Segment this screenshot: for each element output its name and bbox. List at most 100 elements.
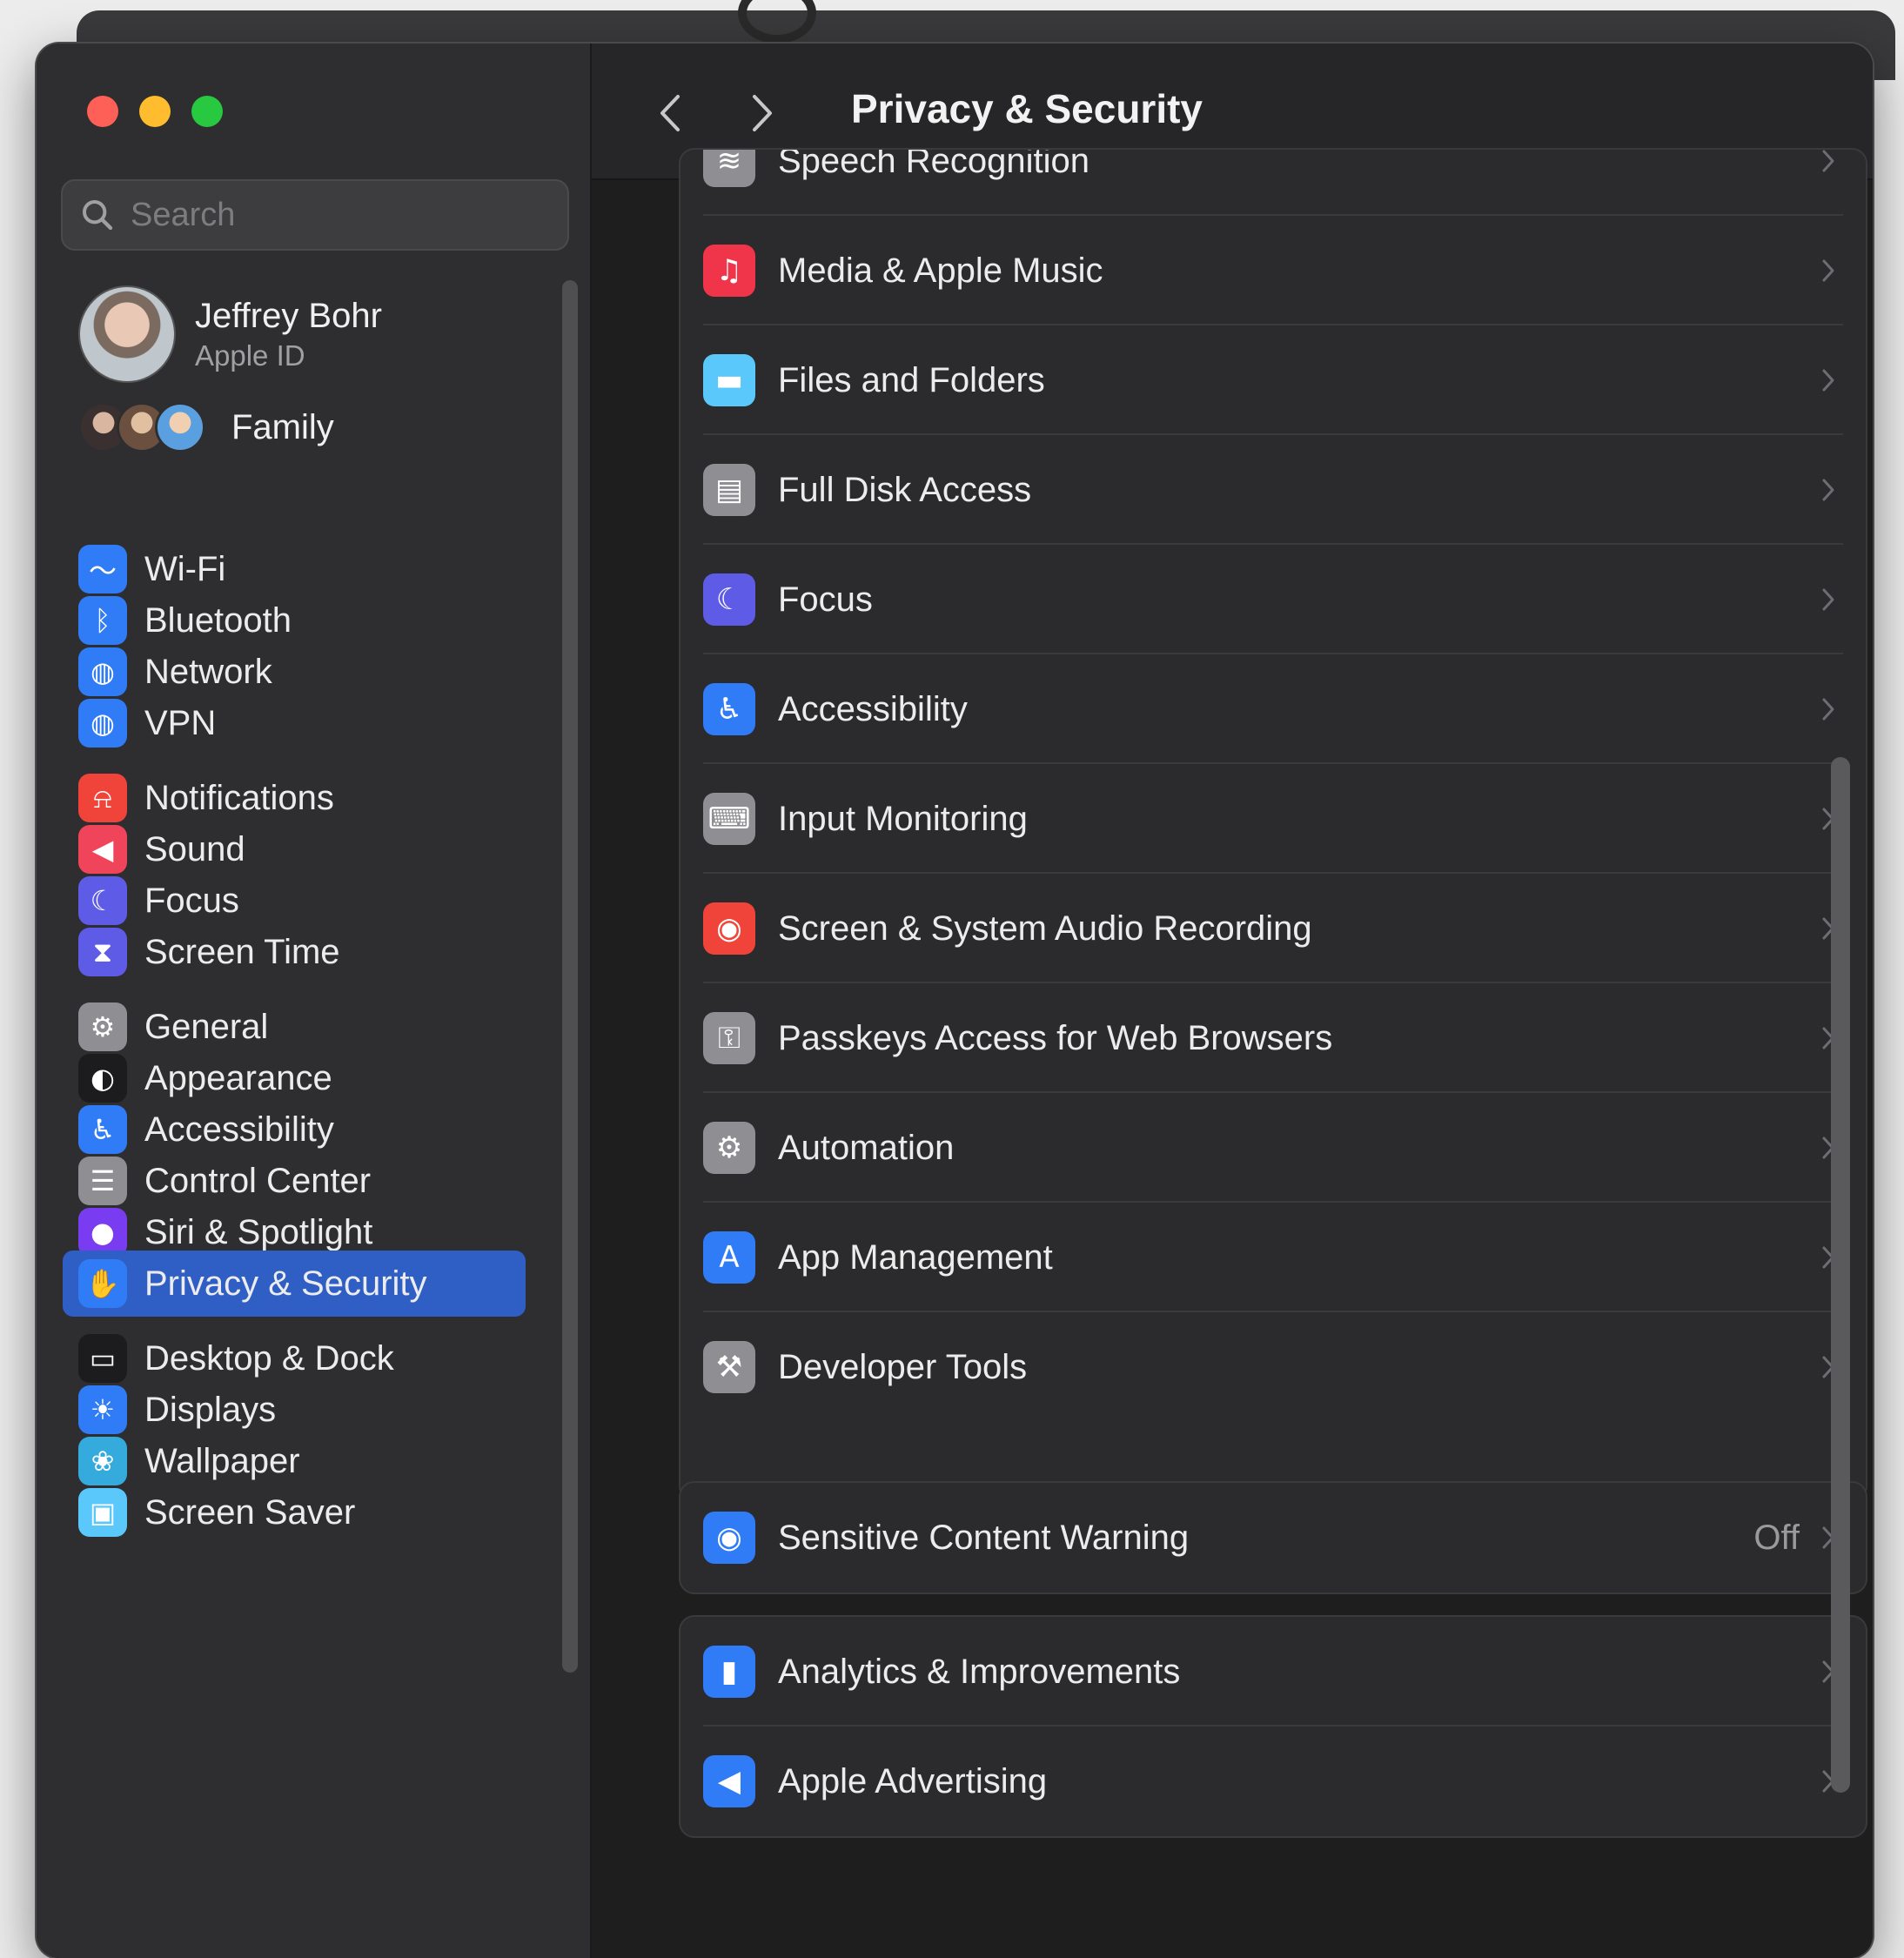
analytics-group: ▮ Analytics & Improvements ◀ Apple Advertis… xyxy=(679,1615,1867,1838)
list-item-label: Speech Recognition xyxy=(778,148,1090,180)
list-item-analytics-improvements[interactable]: ▮ Analytics & Improvements xyxy=(680,1617,1866,1727)
wifi-icon: 〜 xyxy=(78,545,127,593)
list-item-value: Off xyxy=(1753,1518,1800,1557)
accessibility-icon: ♿ xyxy=(78,1105,127,1154)
family-label: Family xyxy=(231,407,334,446)
sidebar-item-label: Appearance xyxy=(144,1058,332,1097)
forward-button[interactable] xyxy=(736,87,788,139)
list-item-label: Sensitive Content Warning xyxy=(778,1518,1190,1557)
list-item-label: Apple Advertising xyxy=(778,1761,1048,1800)
passkey-icon: ⚿ xyxy=(703,1012,755,1064)
search-icon xyxy=(83,200,113,231)
sidebar-item-screen-saver[interactable]: ▣ Screen Saver xyxy=(78,1479,548,1546)
list-item-label: Focus xyxy=(778,580,873,619)
chevron-right-icon xyxy=(1822,259,1834,282)
main-scrollbar[interactable] xyxy=(1831,757,1850,1793)
list-item-label: Screen & System Audio Recording xyxy=(778,909,1312,948)
sidebar-item-label: Wallpaper xyxy=(144,1441,300,1480)
bell-icon: ⍾ xyxy=(78,774,127,822)
dock-icon: ▭ xyxy=(78,1334,127,1383)
waveform-icon: ≋ xyxy=(703,150,755,187)
control-center-icon: ☰ xyxy=(78,1157,127,1205)
appearance-icon: ◐ xyxy=(78,1054,127,1103)
main-pane: Privacy & Security ≋ Speech Recognition ♫ M… xyxy=(592,44,1873,1958)
sidebar-item-label: Wi-Fi xyxy=(144,549,226,588)
search-field[interactable] xyxy=(61,179,569,251)
list-item-full-disk-access[interactable]: ▤ Full Disk Access xyxy=(680,435,1866,545)
sidebar-item-privacy-security[interactable]: ✋ Privacy & Security xyxy=(63,1251,526,1317)
privacy-list-group: ≋ Speech Recognition ♫ Media & Apple Music ▬… xyxy=(679,148,1867,1502)
gear-icon: ⚙ xyxy=(78,1002,127,1051)
vpn-globe-icon: ◍ xyxy=(78,699,127,748)
search-input[interactable] xyxy=(129,195,550,235)
list-item-label: Files and Folders xyxy=(778,360,1045,399)
hand-icon: ✋ xyxy=(78,1259,127,1308)
back-button[interactable] xyxy=(644,87,696,139)
bluetooth-icon: ᛒ xyxy=(78,596,127,645)
list-item-accessibility[interactable]: ♿ Accessibility xyxy=(680,654,1866,764)
megaphone-icon: ◀ xyxy=(703,1755,755,1807)
hourglass-icon: ⧗ xyxy=(78,928,127,976)
settings-window: Jeffrey Bohr Apple ID Family 〜 Wi-Fi ᛒ Blue… xyxy=(37,44,1873,1958)
gears-icon: ⚙ xyxy=(703,1122,755,1174)
background-knob xyxy=(738,0,816,44)
music-note-icon: ♫ xyxy=(703,245,755,297)
list-item-files-and-folders[interactable]: ▬ Files and Folders xyxy=(680,325,1866,435)
sidebar-item-label: Notifications xyxy=(144,778,334,817)
list-item-speech-recognition[interactable]: ≋ Speech Recognition xyxy=(680,148,1866,216)
close-button[interactable] xyxy=(87,96,118,127)
sidebar-item-label: Displays xyxy=(144,1390,277,1429)
sidebar-item-label: Sound xyxy=(144,829,245,868)
chevron-left-icon xyxy=(660,95,680,131)
list-item-apple-advertising[interactable]: ◀ Apple Advertising xyxy=(680,1727,1866,1836)
list-item-screen-system-audio-recording[interactable]: ◉ Screen & System Audio Recording xyxy=(680,874,1866,983)
sidebar-item-label: Privacy & Security xyxy=(144,1264,427,1303)
list-item-label: App Management xyxy=(778,1237,1053,1277)
screen-saver-icon: ▣ xyxy=(78,1488,127,1537)
record-icon: ◉ xyxy=(703,902,755,955)
sun-icon: ☀ xyxy=(78,1385,127,1434)
bar-chart-icon: ▮ xyxy=(703,1646,755,1698)
sidebar-scrollbar[interactable] xyxy=(562,280,578,1673)
list-item-label: Analytics & Improvements xyxy=(778,1652,1181,1691)
chevron-right-icon xyxy=(1822,369,1834,392)
sidebar-item-label: Focus xyxy=(144,881,239,920)
avatar xyxy=(78,285,176,383)
list-item-automation[interactable]: ⚙ Automation xyxy=(680,1093,1866,1203)
sidebar-item-label: Accessibility xyxy=(144,1110,334,1149)
chevron-right-icon xyxy=(1822,479,1834,501)
sidebar-item-label: Bluetooth xyxy=(144,600,292,640)
apple-id-profile[interactable]: Jeffrey Bohr Apple ID xyxy=(78,285,382,383)
list-item-media-apple-music[interactable]: ♫ Media & Apple Music xyxy=(680,216,1866,325)
wallpaper-icon: ❀ xyxy=(78,1437,127,1485)
zoom-button[interactable] xyxy=(191,96,223,127)
sidebar-item-label: VPN xyxy=(144,703,217,742)
speaker-icon: ◀ xyxy=(78,825,127,874)
list-item-app-management[interactable]: A App Management xyxy=(680,1203,1866,1312)
sidebar-item-screen-time[interactable]: ⧗ Screen Time xyxy=(78,919,548,985)
page-title: Privacy & Security xyxy=(851,86,1203,131)
sidebar-item-vpn[interactable]: ◍ VPN xyxy=(78,690,548,756)
list-item-developer-tools[interactable]: ⚒ Developer Tools xyxy=(680,1312,1866,1422)
siri-icon: ● xyxy=(78,1208,127,1257)
chevron-right-icon xyxy=(753,95,772,131)
list-item-label: Automation xyxy=(778,1128,955,1167)
list-item-input-monitoring[interactable]: ⌨ Input Monitoring xyxy=(680,764,1866,874)
list-item-label: Full Disk Access xyxy=(778,470,1032,509)
folder-icon: ▬ xyxy=(703,354,755,406)
sidebar-item-label: General xyxy=(144,1007,269,1046)
list-item-sensitive-content-warning[interactable]: ◉ Sensitive Content Warning Off xyxy=(680,1483,1866,1593)
profile-name: Jeffrey Bohr xyxy=(195,296,382,335)
sidebar-item-label: Screen Saver xyxy=(144,1492,356,1532)
list-item-label: Accessibility xyxy=(778,689,968,728)
family-item[interactable]: Family xyxy=(78,402,334,453)
sidebar-item-label: Network xyxy=(144,652,272,691)
eye-icon: ◉ xyxy=(703,1512,755,1564)
sidebar: Jeffrey Bohr Apple ID Family 〜 Wi-Fi ᛒ Blue… xyxy=(37,44,592,1958)
list-item-passkeys-access-for-web-browsers[interactable]: ⚿ Passkeys Access for Web Browsers xyxy=(680,983,1866,1093)
list-item-label: Media & Apple Music xyxy=(778,251,1103,290)
sensitive-content-group: ◉ Sensitive Content Warning Off xyxy=(679,1481,1867,1594)
list-item-focus[interactable]: ☾ Focus xyxy=(680,545,1866,654)
minimize-button[interactable] xyxy=(139,96,171,127)
accessibility-icon: ♿ xyxy=(703,683,755,735)
